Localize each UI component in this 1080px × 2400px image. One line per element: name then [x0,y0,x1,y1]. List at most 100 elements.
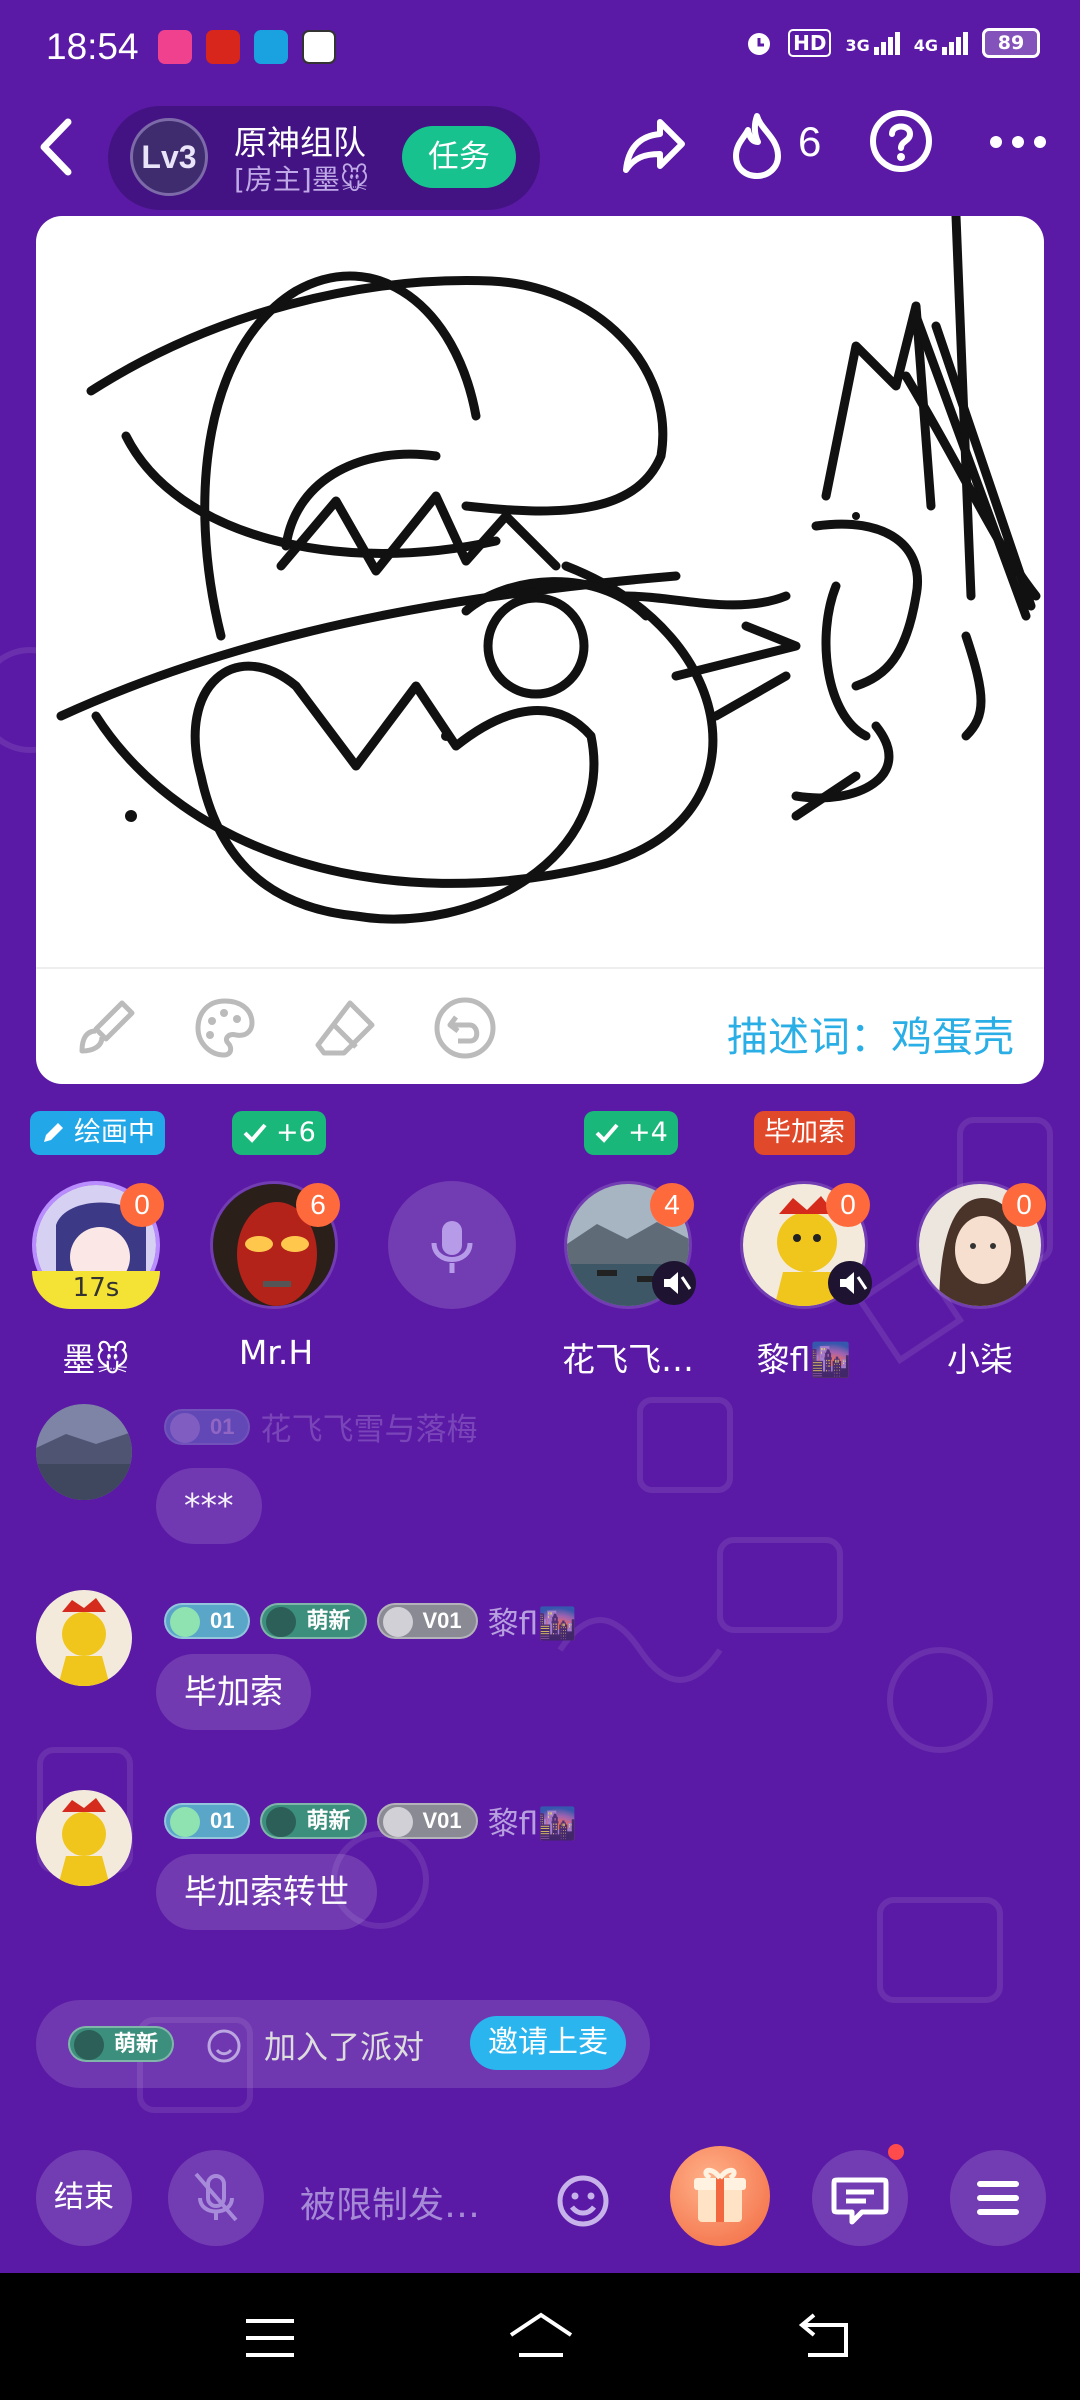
drawing-toolbar: 描述词：鸡蛋壳 [36,967,1044,1084]
vip-badge-label: V01 [422,1807,462,1833]
app-notification-icon [206,30,240,64]
score-badge: 6 [296,1183,340,1227]
hd-indicator: HD [788,29,832,57]
score-badge: 0 [120,1183,164,1227]
menu-button[interactable] [950,2150,1046,2246]
signal-3g-label: 3G [845,35,870,55]
end-game-label: 结束 [54,2180,114,2215]
newbie-badge-label: 萌新 [306,1807,351,1833]
party-room-screen: 18:54 HD 3G 4G 89 Lv3 原神组队 [房主]墨� [0,0,1080,2273]
level-badge: 01 [164,1602,251,1639]
mic-muted-icon [828,1261,872,1305]
empty-seat-slot[interactable] [388,1181,516,1309]
guess-correct-tag: +6 [232,1111,326,1155]
battery-indicator: 89 [982,28,1040,58]
notification-icons [158,30,336,64]
seat-2[interactable]: +6 6 Mr.H [196,1105,356,1385]
drawing-board[interactable]: 描述词：鸡蛋壳 [36,216,1044,1084]
hot-flame-icon[interactable] [728,110,786,180]
avatar[interactable] [36,1790,132,1886]
app-notification-icon [158,30,192,64]
seat-name: Mr.H [238,1333,314,1372]
invite-to-mic-button[interactable]: 邀请上麦 [470,2016,626,2070]
room-info[interactable]: Lv3 原神组队 [房主]墨🐭 任务 [108,106,540,210]
best-guess-tag: 毕加索 [754,1111,855,1155]
guess-correct-tag: +4 [584,1111,678,1155]
score-badge: 0 [1002,1183,1046,1227]
app-notification-icon [254,30,288,64]
keyword-word: 鸡蛋壳 [891,1013,1014,1061]
join-notice: 萌新 加入了派对 邀请上麦 [36,2000,650,2088]
newbie-badge-label: 萌新 [306,1607,351,1633]
message-bubble: 毕加索 [156,1654,311,1730]
help-icon[interactable] [868,108,934,174]
seat-tag-label: 绘画中 [74,1117,155,1148]
mic-off-icon [194,2172,238,2222]
hot-count: 6 [798,118,822,165]
drawing-status-tag: 绘画中 [30,1111,165,1155]
sender-name[interactable]: 黎fl🌆 [488,1798,577,1843]
room-level-badge: Lv3 [130,118,208,196]
messages-button[interactable] [812,2144,908,2246]
signal-4g: 4G [914,31,968,55]
chat-message: 01 萌新 V01 黎fl🌆 毕加索转世 [0,1790,1080,1960]
avatar[interactable] [36,1590,132,1686]
room-title: 原神组队 [234,123,366,162]
app-notification-icon [302,30,336,64]
more-options-icon[interactable] [988,130,1048,154]
action-bar: 结束 被限制发… [0,2138,1080,2264]
sketch-drawing[interactable] [36,216,1044,966]
end-game-button[interactable]: 结束 [36,2150,132,2246]
room-host: [房主]墨🐭 [234,163,370,196]
chat-message: 01 花飞飞雪与落梅 *** [0,1390,1080,1560]
join-text: 加入了派对 [264,2028,425,2066]
newbie-badge: 萌新 [68,2026,175,2062]
badge-row: 01 萌新 V01 黎fl🌆 [164,1798,577,1843]
level-badge: 01 [164,1802,251,1839]
seat-name: 黎fl🌆 [756,1340,852,1379]
seat-3-empty[interactable] [372,1105,532,1385]
palette-icon[interactable] [192,995,258,1061]
badge-row: 01 萌新 V01 黎fl🌆 [164,1598,577,1643]
keyword-hint: 描述词：鸡蛋壳 [727,1003,1014,1063]
mic-toggle-button[interactable] [168,2150,264,2246]
user-emoji-icon [207,2029,241,2063]
drawing-timer: 17s [32,1271,160,1309]
seat-5[interactable]: 毕加索 0 黎fl🌆 [724,1105,884,1385]
seat-1[interactable]: 绘画中 17s 0 墨🐭 [20,1105,180,1385]
badge-row: 01 花飞飞雪与落梅 [164,1404,477,1449]
system-navigation-bar [0,2273,1080,2400]
sender-name[interactable]: 黎fl🌆 [488,1598,577,1643]
newbie-badge: 萌新 [260,1802,367,1839]
eraser-icon[interactable] [312,995,378,1061]
timer-label: 17s [72,1273,120,1303]
score-badge: 0 [826,1183,870,1227]
mic-seats: 绘画中 17s 0 墨🐭 +6 6 Mr.H +4 4 花飞飞… 毕加索 0 黎… [0,1105,1080,1385]
gift-button[interactable] [670,2146,770,2246]
back-arrow-icon[interactable] [30,112,80,182]
share-icon[interactable] [620,114,688,176]
seat-4[interactable]: +4 4 花飞飞… [548,1105,708,1385]
task-button[interactable]: 任务 [402,126,516,188]
status-time: 18:54 [46,26,139,67]
newbie-badge-label: 萌新 [114,2031,159,2056]
seat-name: 墨🐭 [62,1340,130,1379]
seat-tag-label: +6 [276,1117,316,1148]
room-header: Lv3 原神组队 [房主]墨🐭 任务 6 [0,92,1080,210]
emoji-icon[interactable] [556,2174,610,2228]
back-icon[interactable] [794,2309,854,2363]
score-badge: 4 [650,1183,694,1227]
level-badge-label: 01 [210,1807,235,1833]
undo-icon[interactable] [432,995,498,1061]
chat-input[interactable]: 被限制发… [300,2176,480,2228]
signal-3g: 3G [845,31,900,55]
recent-apps-icon[interactable] [240,2313,300,2363]
brush-icon[interactable] [72,995,138,1061]
sender-name[interactable]: 花飞飞雪与落梅 [260,1404,477,1449]
avatar[interactable] [36,1404,132,1500]
level-badge: 01 [164,1408,251,1445]
vip-badge: V01 [376,1602,478,1639]
home-icon[interactable] [505,2309,577,2363]
seat-6[interactable]: 0 小柒 [900,1105,1060,1385]
message-bubble: *** [156,1468,262,1544]
